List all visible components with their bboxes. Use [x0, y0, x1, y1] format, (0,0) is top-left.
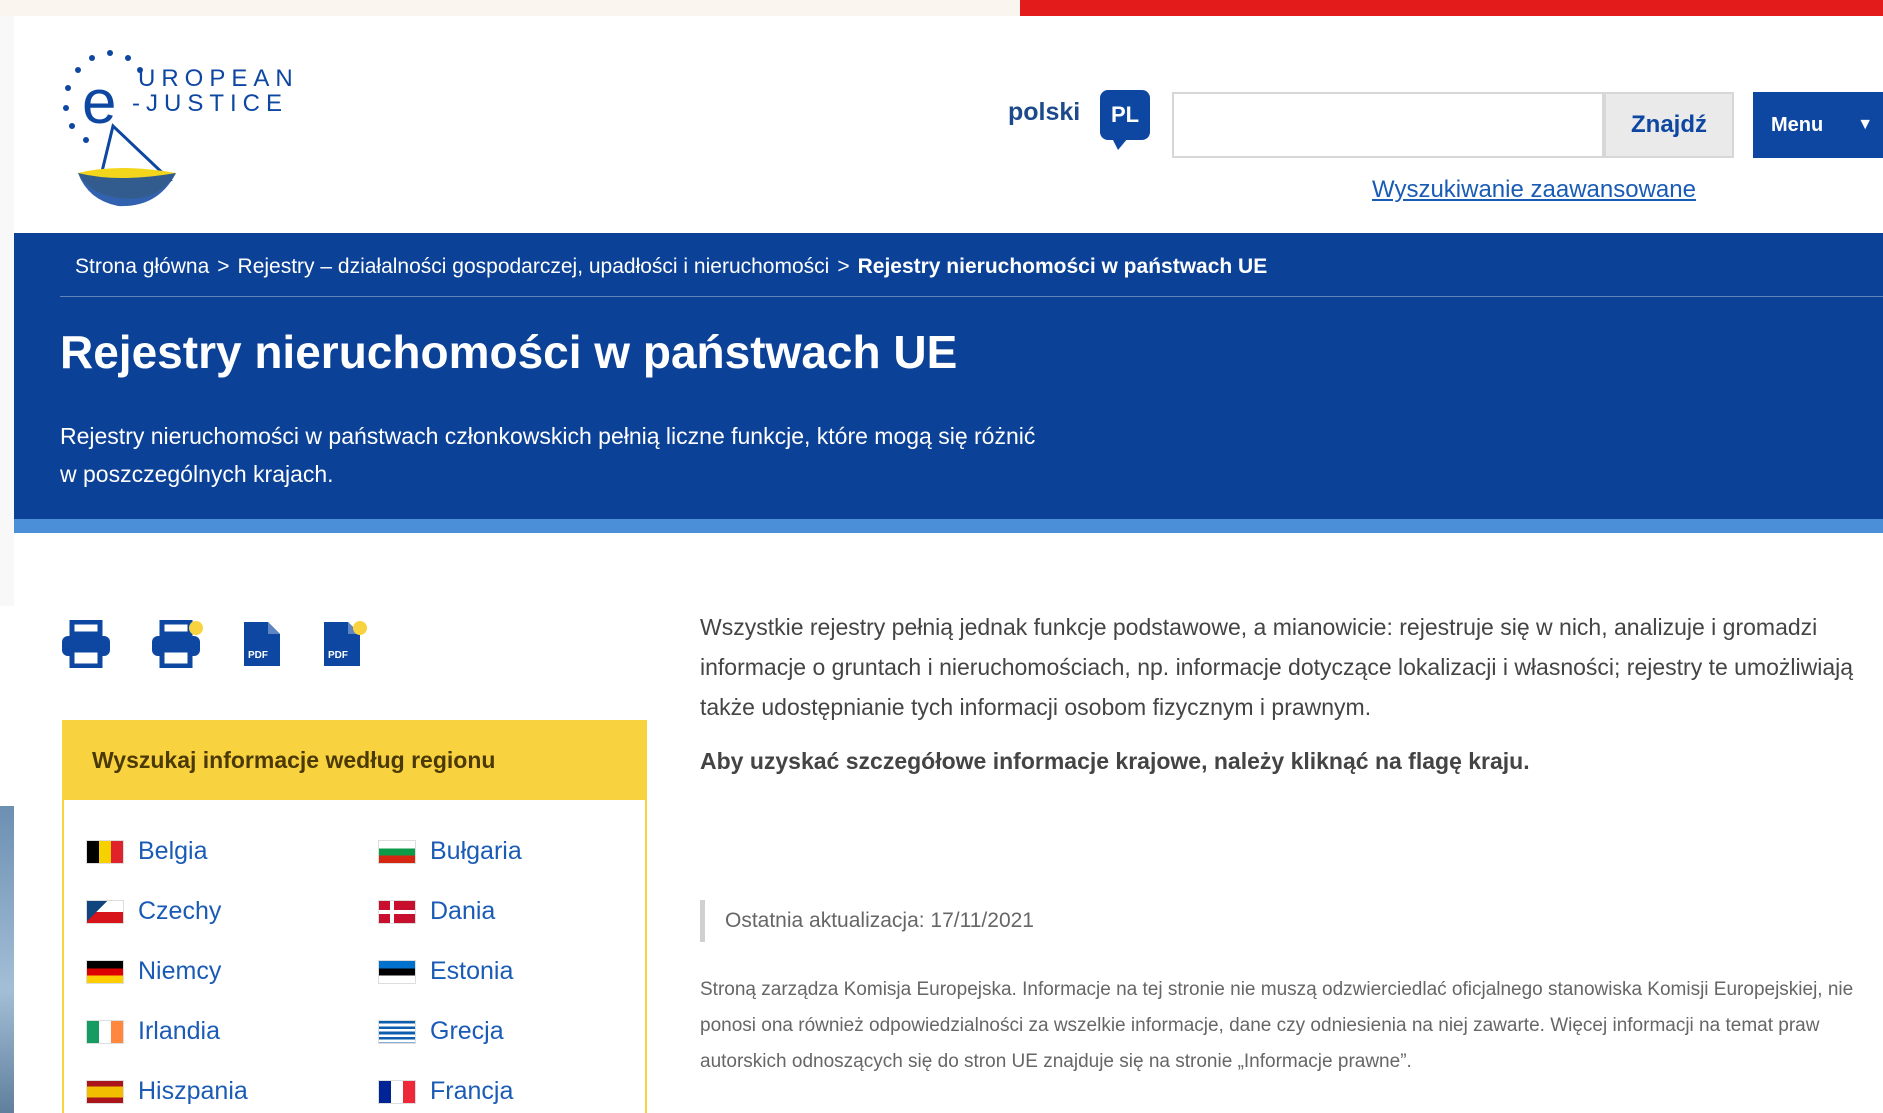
left-edge-strip — [0, 16, 14, 606]
breadcrumb-current: Rejestry nieruchomości w państwach UE — [857, 255, 1268, 278]
flag-icon — [86, 839, 124, 864]
top-strip — [0, 0, 1020, 16]
page-title: Rejestry nieruchomości w państwach UE — [60, 326, 958, 378]
flag-icon — [378, 899, 416, 924]
print-selection-icon[interactable] — [150, 619, 203, 669]
logo-text-top: UROPEAN — [138, 65, 299, 92]
country-link-belgia[interactable]: Belgia — [86, 837, 208, 866]
country-name: Dania — [430, 897, 496, 925]
breadcrumb-separator: > — [837, 255, 850, 278]
intro-paragraph: Wszystkie rejestry pełnią jednak funkcje… — [700, 614, 1854, 720]
banner-stripe — [14, 519, 1883, 533]
country-name: Bułgaria — [430, 837, 522, 865]
flag-icon — [86, 959, 124, 984]
flag-icon — [378, 959, 416, 984]
svg-text:PDF: PDF — [328, 650, 348, 661]
flag-icon — [378, 1079, 416, 1104]
country-link-czechy[interactable]: Czechy — [86, 897, 221, 926]
print-icon[interactable] — [60, 619, 110, 669]
chevron-down-icon: ▼ — [1857, 116, 1874, 133]
menu-button[interactable]: Menu ▼ — [1753, 92, 1883, 158]
country-name: Estonia — [430, 957, 514, 985]
disclaimer-text: Stroną zarządza Komisja Europejska. Info… — [700, 979, 1854, 1072]
breadcrumb-divider — [60, 296, 1883, 297]
country-name: Grecja — [430, 1017, 504, 1045]
left-edge-image — [0, 806, 14, 1113]
flag-icon — [86, 1019, 124, 1044]
country-link-francja[interactable]: Francja — [378, 1077, 513, 1106]
country-name: Hiszpania — [138, 1077, 248, 1105]
country-link-dania[interactable]: Dania — [378, 897, 495, 926]
advanced-search-link[interactable]: Wyszukiwanie zaawansowane — [1372, 176, 1696, 204]
country-link-niemcy[interactable]: Niemcy — [86, 957, 221, 986]
region-panel-heading: Wyszukaj informacje według regionu — [62, 720, 647, 800]
country-link-grecja[interactable]: Grecja — [378, 1017, 504, 1046]
country-link-irlandia[interactable]: Irlandia — [86, 1017, 220, 1046]
top-red-bar — [1020, 0, 1883, 16]
last-update: Ostatnia aktualizacja: 17/11/2021 — [700, 900, 1034, 942]
logo-text-bottom: -JUSTICE — [132, 90, 288, 117]
country-name: Belgia — [138, 837, 208, 865]
menu-label: Menu — [1771, 113, 1824, 136]
left-edge-strip-2 — [0, 606, 14, 806]
country-link-hiszpania[interactable]: Hiszpania — [86, 1077, 248, 1106]
country-link-estonia[interactable]: Estonia — [378, 957, 513, 986]
european-ejustice-logo[interactable]: e UROPEAN -JUSTICE — [58, 48, 308, 208]
flag-icon — [378, 839, 416, 864]
country-name: Irlandia — [138, 1017, 220, 1045]
country-link-bulgaria[interactable]: Bułgaria — [378, 837, 522, 866]
svg-text:PDF: PDF — [248, 650, 268, 661]
flag-icon — [378, 1019, 416, 1044]
search-button[interactable]: Znajdź — [1604, 92, 1734, 158]
page-subtitle: Rejestry nieruchomości w państwach człon… — [60, 417, 1240, 493]
country-name: Niemcy — [138, 957, 222, 985]
language-label[interactable]: polski — [1008, 98, 1080, 127]
breadcrumb: Strona główna > Rejestry – działalności … — [75, 255, 1267, 279]
flag-icon — [86, 1079, 124, 1104]
country-name: Francja — [430, 1077, 514, 1105]
breadcrumb-separator: > — [217, 255, 230, 278]
flag-instruction: Aby uzyskać szczegółowe informacje krajo… — [700, 748, 1530, 774]
pdf-icon[interactable]: PDF — [242, 620, 290, 668]
language-badge[interactable]: PL — [1100, 90, 1150, 150]
country-name: Czechy — [138, 897, 222, 925]
pdf-selection-icon[interactable]: PDF — [322, 620, 370, 668]
search-input[interactable] — [1172, 92, 1604, 158]
subtitle-line-1: Rejestry nieruchomości w państwach człon… — [60, 423, 1036, 449]
flag-icon — [86, 899, 124, 924]
breadcrumb-home[interactable]: Strona główna — [75, 255, 209, 279]
subtitle-line-2: w poszczególnych krajach. — [60, 461, 334, 487]
breadcrumb-registers[interactable]: Rejestry – działalności gospodarczej, up… — [238, 255, 830, 279]
